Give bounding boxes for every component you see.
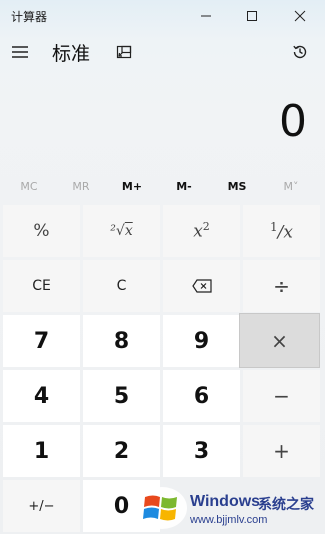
percent-label: % bbox=[33, 221, 50, 241]
digit-5-label: 5 bbox=[113, 383, 130, 409]
square-label: x2 bbox=[193, 220, 210, 242]
multiply-button[interactable]: × bbox=[239, 313, 320, 368]
memory-clear-button[interactable]: MC bbox=[4, 176, 54, 198]
minus-label: − bbox=[273, 384, 290, 408]
negate-label: +/− bbox=[28, 498, 55, 514]
multiply-label: × bbox=[271, 328, 288, 353]
divide-label: ÷ bbox=[273, 274, 290, 298]
digit-1-button[interactable]: 1 bbox=[3, 425, 80, 477]
result-display: 0 bbox=[279, 96, 307, 147]
clear-entry-label: CE bbox=[32, 278, 51, 294]
windows-logo-icon bbox=[137, 487, 187, 529]
reciprocal-button[interactable]: 1/x bbox=[243, 205, 320, 257]
minus-button[interactable]: − bbox=[243, 370, 320, 422]
digit-7-label: 7 bbox=[33, 328, 50, 354]
digit-3-button[interactable]: 3 bbox=[163, 425, 240, 477]
digit-4-button[interactable]: 4 bbox=[3, 370, 80, 422]
plus-button[interactable]: + bbox=[243, 425, 320, 477]
digit-6-button[interactable]: 6 bbox=[163, 370, 240, 422]
reciprocal-label: 1/x bbox=[270, 219, 293, 243]
hamburger-icon bbox=[12, 46, 28, 58]
memory-recall-button[interactable]: MR bbox=[56, 176, 106, 198]
backspace-icon bbox=[191, 279, 212, 293]
clear-button[interactable]: C bbox=[83, 260, 160, 312]
minimize-button[interactable] bbox=[183, 0, 229, 32]
percent-button[interactable]: % bbox=[3, 205, 80, 257]
digit-9-button[interactable]: 9 bbox=[163, 315, 240, 367]
app-title: 计算器 bbox=[11, 10, 48, 24]
keep-on-top-button[interactable] bbox=[110, 38, 138, 66]
minimize-icon bbox=[201, 15, 211, 17]
memory-row: MC MR M+ M- MS M˅ bbox=[0, 176, 325, 198]
watermark-url: www.bjjmlv.com bbox=[190, 514, 268, 526]
watermark-overlay: Windows 系统之家 www.bjjmlv.com bbox=[132, 482, 325, 534]
maximize-button[interactable] bbox=[229, 0, 275, 32]
close-icon bbox=[294, 10, 306, 22]
memory-list-button[interactable]: M˅ bbox=[266, 176, 316, 198]
memory-subtract-button[interactable]: M- bbox=[159, 176, 209, 198]
square-button[interactable]: x2 bbox=[163, 205, 240, 257]
mode-title: 标准 bbox=[52, 43, 91, 65]
calculator-header: 标准 bbox=[0, 32, 325, 76]
digit-1-label: 1 bbox=[33, 438, 50, 464]
divide-button[interactable]: ÷ bbox=[243, 260, 320, 312]
watermark-brand: Windows bbox=[190, 493, 261, 510]
close-button[interactable] bbox=[275, 0, 325, 32]
digit-8-button[interactable]: 8 bbox=[83, 315, 160, 367]
digit-6-label: 6 bbox=[193, 383, 210, 409]
calculator-window: 计算器 标准 0 MC MR M+ M- MS M˅ % ²√x x2 1/x … bbox=[0, 0, 325, 534]
history-button[interactable] bbox=[284, 36, 316, 68]
negate-button[interactable]: +/− bbox=[3, 480, 80, 532]
maximize-icon bbox=[247, 11, 257, 21]
keep-on-top-icon bbox=[116, 45, 132, 59]
watermark-cn: 系统之家 bbox=[258, 497, 314, 513]
square-root-button[interactable]: ²√x bbox=[83, 205, 160, 257]
digit-9-label: 9 bbox=[193, 328, 210, 354]
digit-0-label: 0 bbox=[113, 493, 130, 519]
memory-store-button[interactable]: MS bbox=[212, 176, 262, 198]
navigation-menu-button[interactable] bbox=[4, 36, 36, 68]
clear-entry-button[interactable]: CE bbox=[3, 260, 80, 312]
digit-2-button[interactable]: 2 bbox=[83, 425, 160, 477]
digit-7-button[interactable]: 7 bbox=[3, 315, 80, 367]
title-bar: 计算器 bbox=[0, 0, 325, 32]
backspace-button[interactable] bbox=[163, 260, 240, 312]
square-root-label: ²√x bbox=[110, 223, 133, 239]
clear-label: C bbox=[116, 278, 127, 294]
memory-add-button[interactable]: M+ bbox=[107, 176, 157, 198]
digit-5-button[interactable]: 5 bbox=[83, 370, 160, 422]
plus-label: + bbox=[273, 439, 290, 463]
digit-8-label: 8 bbox=[113, 328, 130, 354]
digit-2-label: 2 bbox=[113, 438, 130, 464]
digit-3-label: 3 bbox=[193, 438, 210, 464]
digit-4-label: 4 bbox=[33, 383, 50, 409]
history-icon bbox=[293, 45, 307, 59]
